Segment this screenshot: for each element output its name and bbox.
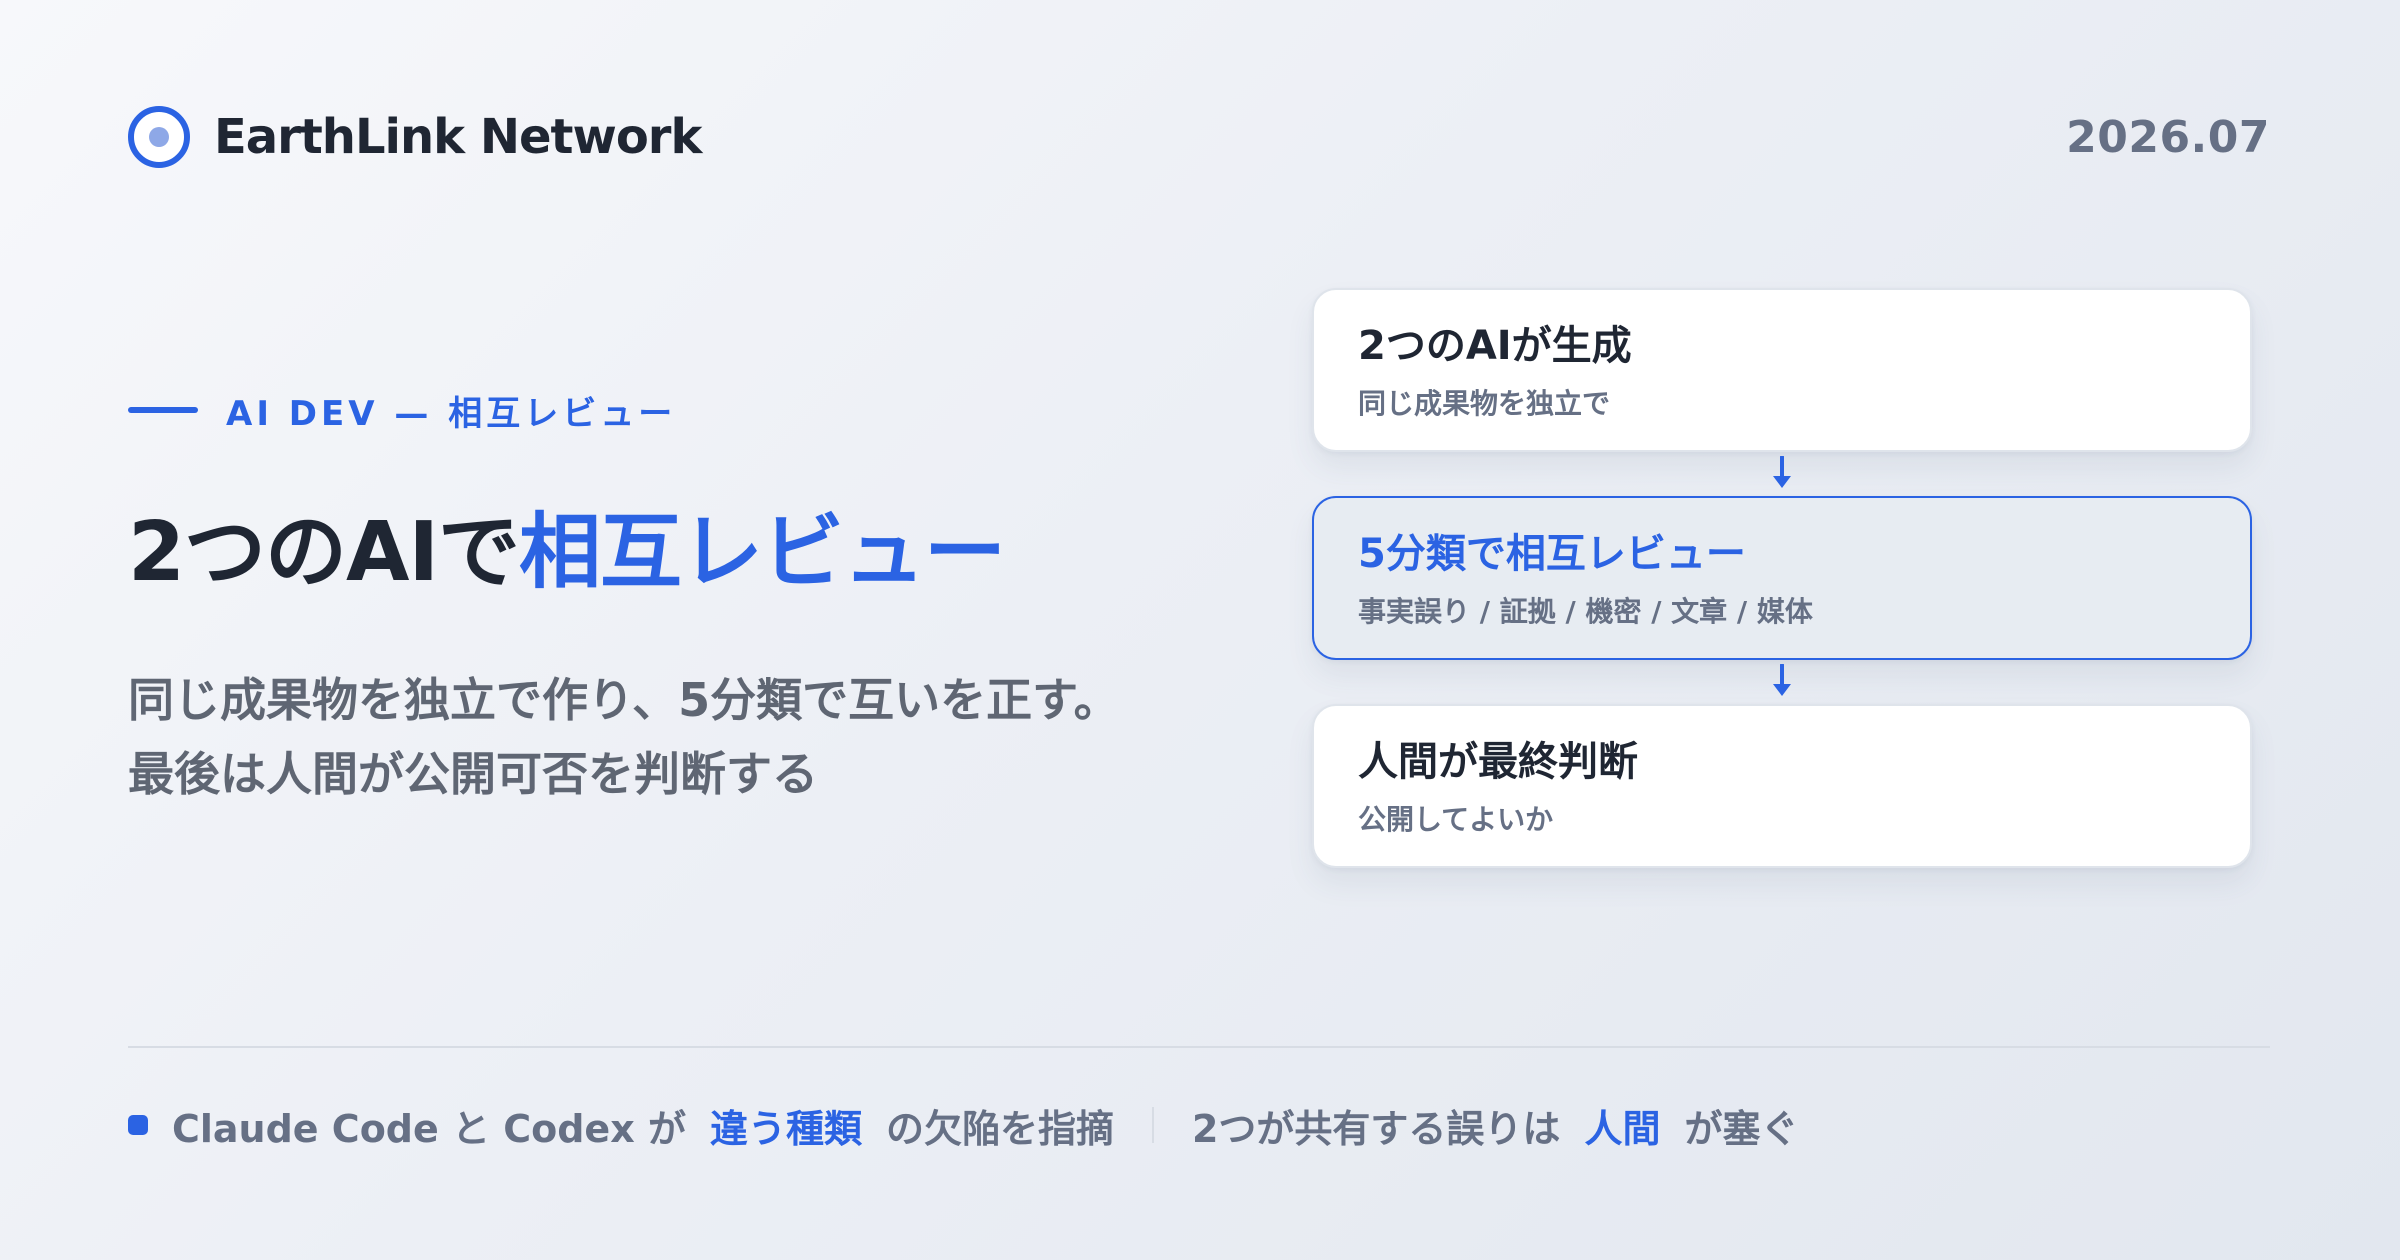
- flow-step-human-decision: 人間が最終判断 公開してよいか: [1312, 704, 2252, 868]
- flow-step-subtitle: 公開してよいか: [1358, 803, 1554, 836]
- hero-section: AI DEV — 相互レビュー 2つのAIで相互レビュー 同じ成果物を独立で作り…: [128, 380, 1228, 811]
- publication-date: 2026.07: [2066, 111, 2270, 163]
- flow-step-review: 5分類で相互レビュー 事実誤り / 証拠 / 機密 / 文章 / 媒体: [1312, 496, 2252, 660]
- flow-step-generate: 2つのAIが生成 同じ成果物を独立で: [1312, 288, 2252, 452]
- logo-center-dot: [149, 127, 169, 147]
- eyebrow-text: AI DEV — 相互レビュー: [226, 393, 677, 434]
- footer-separator: [1151, 1107, 1154, 1143]
- footer-text-4: が塞ぐ: [1684, 1106, 1799, 1151]
- flow-step-title: 人間が最終判断: [1358, 739, 1638, 785]
- brand: EarthLink Network: [128, 106, 702, 168]
- page-title: 2つのAIで相互レビュー: [128, 498, 1228, 608]
- flow-step-subtitle: 同じ成果物を独立で: [1358, 387, 1611, 420]
- flow-step-title: 5分類で相互レビュー: [1358, 531, 1746, 577]
- section-eyebrow: AI DEV — 相互レビュー: [128, 380, 1228, 440]
- footer-text-2: の欠陥を指摘: [885, 1106, 1114, 1151]
- footer-text-1: Claude Code と Codex が: [172, 1106, 686, 1151]
- flow-connector: [1312, 452, 2252, 496]
- brand-name: EarthLink Network: [214, 109, 702, 165]
- circle-logo-icon: [128, 106, 190, 168]
- description-line-1: 同じ成果物を独立で作り、5分類で互いを正す。: [128, 672, 1120, 727]
- arrow-down-icon: [1773, 456, 1791, 488]
- footer-text-3: 2つが共有する誤りは: [1191, 1106, 1561, 1151]
- page-header: EarthLink Network 2026.07: [128, 106, 2270, 168]
- flow-step-title: 2つのAIが生成: [1358, 323, 1632, 369]
- description-line-2: 最後は人間が公開可否を判断する: [128, 746, 818, 801]
- arrow-down-icon: [1773, 664, 1791, 696]
- title-highlight: 相互レビュー: [519, 505, 1006, 600]
- square-dot-icon: [128, 1115, 148, 1135]
- eyebrow-line: [128, 407, 198, 413]
- footer-divider: [128, 1046, 2270, 1048]
- flow-step-subtitle: 事実誤り / 証拠 / 機密 / 文章 / 媒体: [1358, 595, 1813, 628]
- hero-description: 同じ成果物を独立で作り、5分類で互いを正す。 最後は人間が公開可否を判断する: [128, 663, 1228, 811]
- footer-highlight-2: 人間: [1584, 1106, 1661, 1151]
- footer-summary: Claude Code と Codex が 違う種類 の欠陥を指摘 2つが共有す…: [128, 1095, 1798, 1155]
- footer-highlight-1: 違う種類: [709, 1106, 862, 1151]
- flow-connector: [1312, 660, 2252, 704]
- review-flow: 2つのAIが生成 同じ成果物を独立で 5分類で相互レビュー 事実誤り / 証拠 …: [1312, 288, 2252, 868]
- title-prefix: 2つのAIで: [128, 505, 520, 600]
